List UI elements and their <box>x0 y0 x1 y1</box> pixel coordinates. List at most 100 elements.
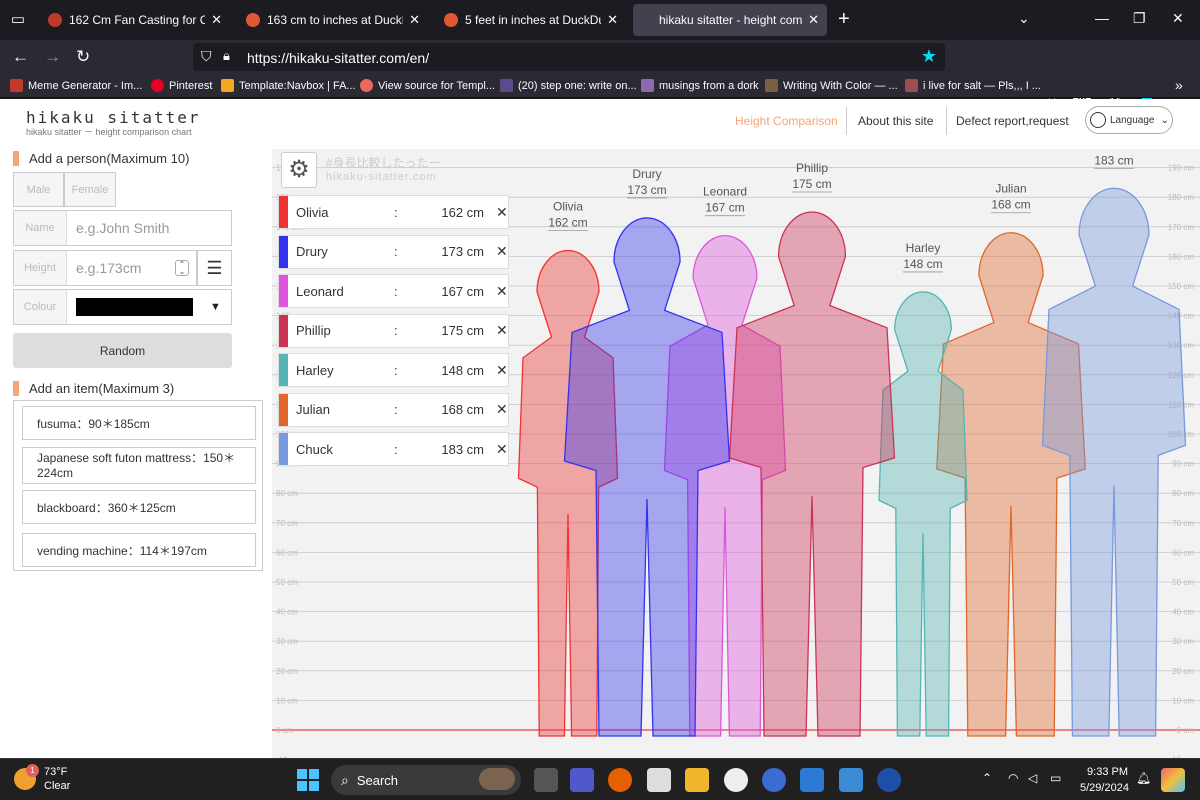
bookmark-item[interactable]: i live for salt — Pls,,, I ... <box>905 79 1041 92</box>
taskbar-search[interactable]: ⌕ Search <box>331 765 521 795</box>
list-icon[interactable]: ☰ <box>197 250 232 286</box>
vpn-icon[interactable] <box>877 768 901 792</box>
chevron-up-icon[interactable]: ⌃ <box>982 771 992 785</box>
female-button[interactable]: Female <box>64 172 116 207</box>
dropdown-triangle-icon[interactable]: ▼ <box>210 301 221 313</box>
y-tick-label-left: 50 cm <box>276 578 298 587</box>
person-height: 148 cm <box>441 362 484 378</box>
y-tick-label-right: 90 cm <box>1172 460 1194 469</box>
url-bar[interactable]: ⛉ 🔒︎ https://hikaku-sitatter.com/en/ ★ <box>193 43 945 71</box>
person-row[interactable]: Drury: 173 cm ✕ <box>278 234 509 269</box>
new-tab-button[interactable]: + <box>838 8 850 30</box>
person-colour-swatch[interactable] <box>279 433 288 465</box>
volume-icon[interactable]: ◁ <box>1028 771 1037 785</box>
widgets-icon[interactable] <box>1161 768 1185 792</box>
start-button[interactable] <box>297 769 319 791</box>
spinner-icon[interactable]: ⌃ ⌄ <box>175 260 189 276</box>
bookmark-item[interactable]: View source for Templ... <box>360 79 495 92</box>
mail-icon[interactable] <box>800 768 824 792</box>
person-colour-swatch[interactable] <box>279 393 288 426</box>
colour-swatch[interactable] <box>76 298 193 316</box>
reload-button[interactable]: ↻ <box>76 47 90 67</box>
teams-icon[interactable] <box>570 768 594 792</box>
item-futon[interactable]: Japanese soft futon mattress：150＊224cm <box>22 447 256 484</box>
more-bookmarks-icon[interactable]: » <box>1175 77 1183 93</box>
close-icon[interactable]: ✕ <box>496 441 508 458</box>
person-row[interactable]: Phillip: 175 cm ✕ <box>278 313 509 348</box>
clock[interactable]: 9:33 PM 5/29/2024 <box>1080 764 1129 796</box>
person-row[interactable]: Olivia: 162 cm ✕ <box>278 195 509 229</box>
close-icon[interactable]: ✕ <box>409 12 420 28</box>
items-list: fusuma：90＊185cm Japanese soft futon matt… <box>13 400 263 571</box>
tab-4-active[interactable]: hikaku sitatter - height compari ✕ <box>633 4 827 36</box>
random-button[interactable]: Random <box>13 333 232 368</box>
file-explorer-icon[interactable] <box>685 768 709 792</box>
separator: : <box>394 244 398 259</box>
nav-about[interactable]: About this site <box>858 114 933 128</box>
person-colour-swatch[interactable] <box>279 196 288 228</box>
item-vending-machine[interactable]: vending machine：114＊197cm <box>22 533 256 567</box>
close-icon[interactable]: ✕ <box>211 12 222 28</box>
person-colour-swatch[interactable] <box>279 354 288 386</box>
close-icon[interactable]: ✕ <box>496 243 508 260</box>
tab-favicon <box>246 13 260 27</box>
shield-icon[interactable]: ⛉ <box>201 48 212 65</box>
minimize-button[interactable]: — <box>1095 10 1109 26</box>
notification-bell-icon[interactable]: 🔔︎ <box>1136 771 1151 785</box>
person-row[interactable]: Julian: 168 cm ✕ <box>278 392 509 427</box>
lock-icon[interactable]: 🔒︎ <box>223 48 230 64</box>
firefox-icon[interactable] <box>608 768 632 792</box>
bookmark-item[interactable]: Meme Generator - Im... <box>10 79 142 92</box>
tab-2[interactable]: 163 cm to inches at DuckDuckG ✕ <box>238 4 428 36</box>
chevron-down-icon[interactable]: ⌄ <box>1018 10 1030 27</box>
bookmark-star-icon[interactable]: ★ <box>921 46 937 67</box>
name-field[interactable]: Name e.g.John Smith <box>13 210 232 246</box>
battery-icon[interactable]: ▭ <box>1050 771 1061 785</box>
height-field[interactable]: Height e.g.173cm ⌃ ⌄ <box>13 250 197 286</box>
item-fusuma[interactable]: fusuma：90＊185cm <box>22 406 256 440</box>
restore-button[interactable]: ❐ <box>1133 10 1146 27</box>
bookmark-item[interactable]: Template:Navbox | FA... <box>221 79 356 92</box>
tab-1[interactable]: 162 Cm Fan Casting for Charact ✕ <box>40 4 230 36</box>
close-icon[interactable]: ✕ <box>496 362 508 379</box>
back-button[interactable]: ← <box>12 47 29 67</box>
bookmark-item[interactable]: (20) step one: write on... <box>500 79 637 92</box>
bookmark-item[interactable]: musings from a dork <box>641 79 759 92</box>
tab-3[interactable]: 5 feet in inches at DuckDuckGo ✕ <box>436 4 626 36</box>
close-window-button[interactable]: ✕ <box>1172 10 1184 27</box>
task-view-icon[interactable] <box>534 768 558 792</box>
bookmark-item[interactable]: Pinterest <box>151 79 212 92</box>
penguin-app-icon[interactable] <box>724 768 748 792</box>
person-row[interactable]: Harley: 148 cm ✕ <box>278 353 509 387</box>
person-colour-swatch[interactable] <box>279 235 288 268</box>
notepad-icon[interactable] <box>839 768 863 792</box>
male-button[interactable]: Male <box>13 172 64 207</box>
person-colour-swatch[interactable] <box>279 275 288 307</box>
gear-icon[interactable]: ⚙ <box>281 152 317 188</box>
close-icon[interactable]: ✕ <box>607 12 618 28</box>
person-row[interactable]: Leonard: 167 cm ✕ <box>278 274 509 308</box>
close-icon[interactable]: ✕ <box>808 12 819 28</box>
bookmark-item[interactable]: Writing With Color — ... <box>765 79 898 92</box>
wifi-icon[interactable]: ◠ <box>1008 771 1018 785</box>
weather-widget[interactable]: 1 73°F Clear <box>14 764 70 793</box>
url-text[interactable]: https://hikaku-sitatter.com/en/ <box>247 50 429 66</box>
list-all-tabs-icon[interactable]: ▭ <box>8 10 28 30</box>
item-blackboard[interactable]: blackboard：360＊125cm <box>22 490 256 524</box>
colour-field[interactable]: Colour ▼ <box>13 289 232 325</box>
language-select[interactable]: Language ⌄ <box>1085 106 1173 134</box>
nav-height-comparison[interactable]: Height Comparison <box>735 114 838 128</box>
close-icon[interactable]: ✕ <box>496 204 508 221</box>
forward-button[interactable]: → <box>44 47 61 67</box>
person-row[interactable]: Chuck: 183 cm ✕ <box>278 432 509 466</box>
person-colour-swatch[interactable] <box>279 314 288 347</box>
height-placeholder[interactable]: e.g.173cm <box>67 260 175 276</box>
nav-defect-report[interactable]: Defect report,request <box>956 114 1069 128</box>
close-icon[interactable]: ✕ <box>496 401 508 418</box>
temperature: 73°F <box>44 766 68 778</box>
copilot-icon[interactable] <box>762 768 786 792</box>
close-icon[interactable]: ✕ <box>496 283 508 300</box>
close-icon[interactable]: ✕ <box>496 322 508 339</box>
sumatra-icon[interactable] <box>647 768 671 792</box>
name-placeholder[interactable]: e.g.John Smith <box>67 220 169 236</box>
